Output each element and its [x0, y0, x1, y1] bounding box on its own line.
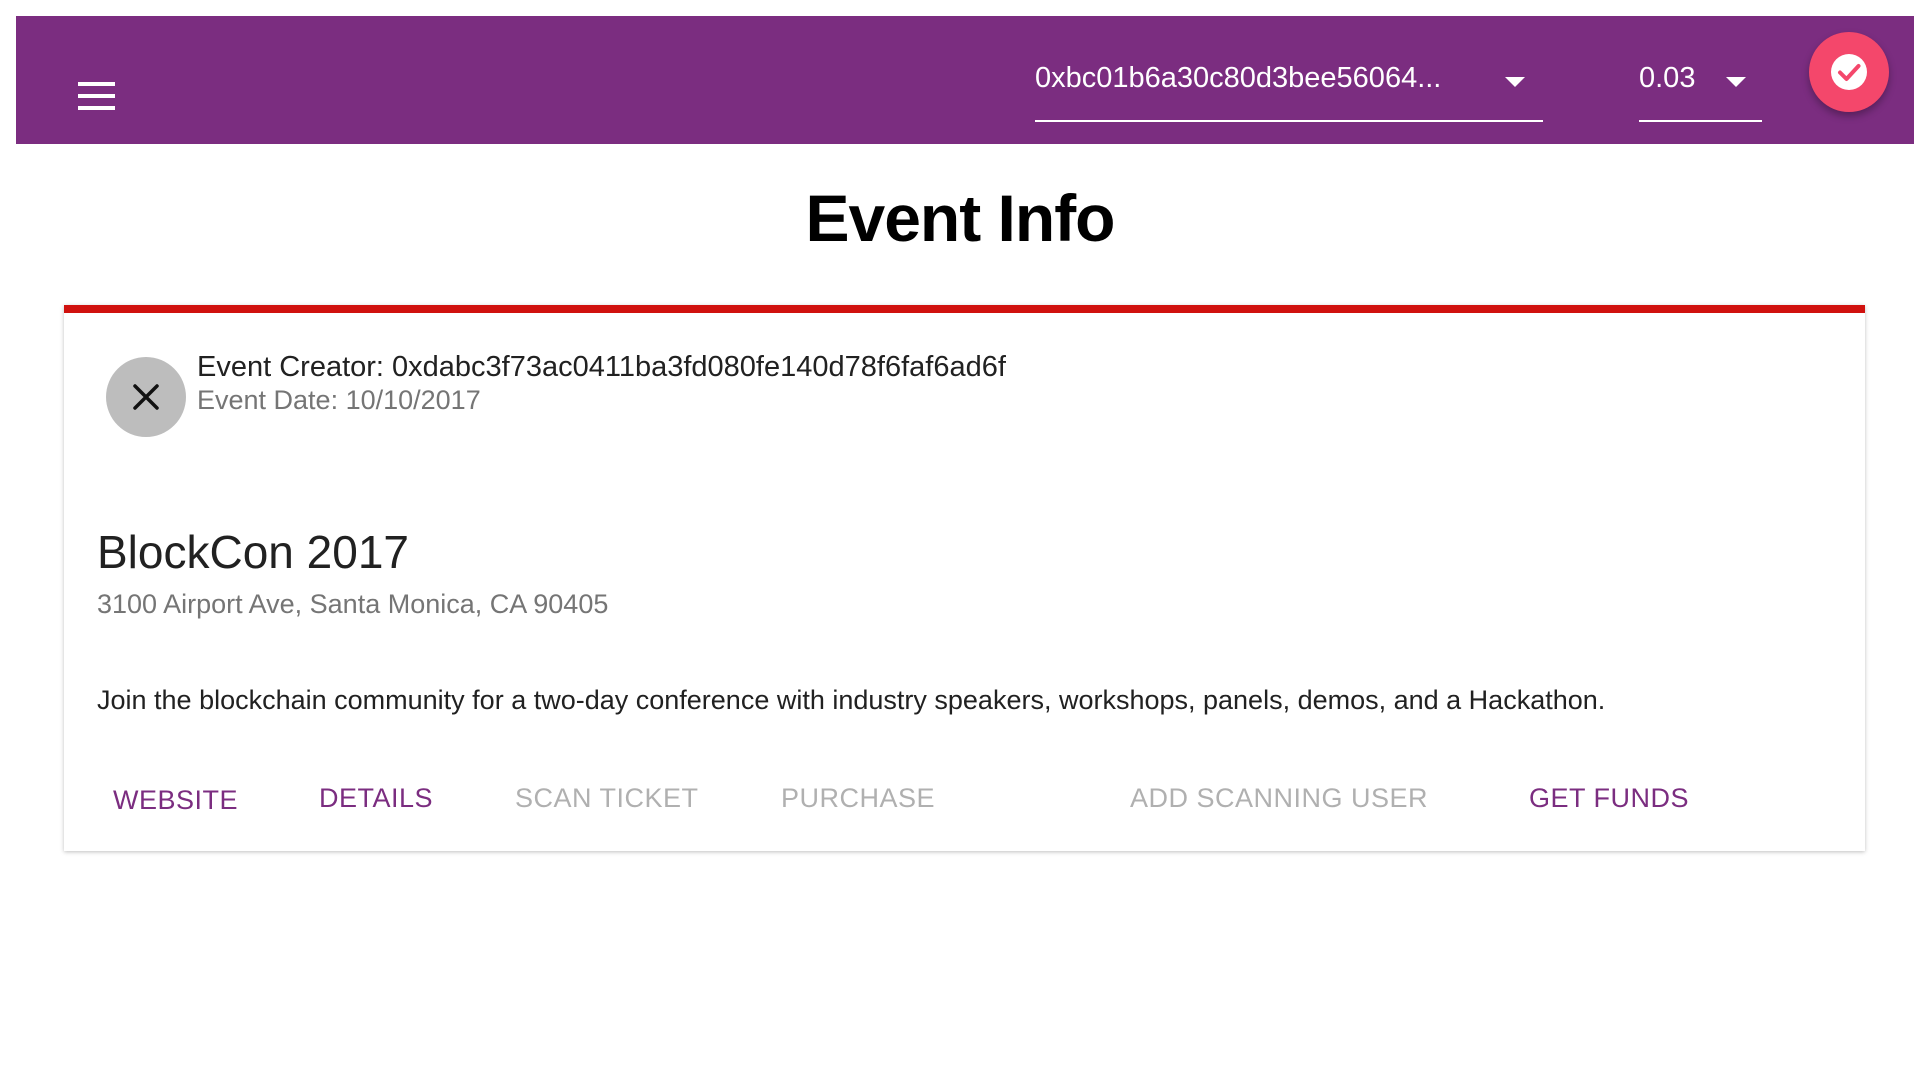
add-scanning-user-button[interactable]: ADD SCANNING USER [1130, 783, 1428, 814]
app-bar: 0xbc01b6a30c80d3bee56064... 0.03 [16, 16, 1914, 144]
event-card: Event Creator: 0xdabc3f73ac0411ba3fd080f… [64, 305, 1865, 851]
avatar [106, 357, 186, 437]
dropdown-caret-icon [1726, 77, 1746, 87]
close-icon [133, 384, 159, 410]
event-date: Event Date: 10/10/2017 [197, 385, 481, 415]
account-select-value: 0xbc01b6a30c80d3bee56064... [1035, 62, 1442, 94]
page-title: Event Info [805, 181, 1115, 255]
event-creator: Event Creator: 0xdabc3f73ac0411ba3fd080f… [197, 351, 1006, 383]
check-circle-icon [1831, 54, 1867, 90]
confirm-fab-button[interactable] [1809, 32, 1889, 112]
purchase-button[interactable]: PURCHASE [781, 783, 935, 814]
dropdown-caret-icon [1505, 77, 1525, 87]
website-button[interactable]: WEBSITE [113, 785, 238, 816]
scan-ticket-button[interactable]: SCAN TICKET [515, 783, 699, 814]
event-name: BlockCon 2017 [97, 526, 409, 578]
event-address: 3100 Airport Ave, Santa Monica, CA 90405 [97, 589, 609, 619]
hamburger-menu-icon[interactable] [58, 58, 134, 134]
details-button[interactable]: DETAILS [319, 783, 433, 814]
get-funds-button[interactable]: GET FUNDS [1529, 783, 1689, 814]
gas-price-select[interactable]: 0.03 [1639, 52, 1762, 122]
event-description: Join the blockchain community for a two-… [97, 685, 1606, 715]
gas-price-value: 0.03 [1639, 62, 1696, 94]
account-select[interactable]: 0xbc01b6a30c80d3bee56064... [1035, 52, 1543, 122]
